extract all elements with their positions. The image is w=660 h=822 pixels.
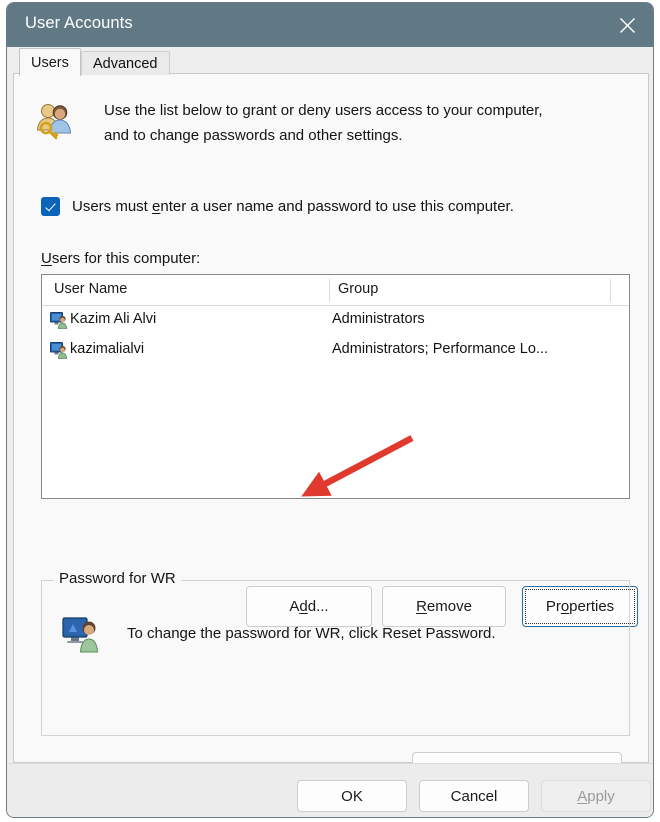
users-list-label-after: sers for this computer:: [51, 250, 201, 267]
header-line-2: and to change passwords and other settin…: [104, 127, 403, 144]
tab-users[interactable]: Users: [19, 48, 81, 76]
apply-button-label: Apply: [577, 787, 615, 805]
user-accounts-dialog: User Accounts Users Advanced Use the lis…: [6, 2, 654, 818]
apply-button[interactable]: Apply: [541, 780, 651, 812]
require-password-label: Users must enter a user name and passwor…: [72, 198, 514, 215]
user-account-icon: [50, 311, 68, 329]
dialog-button-bar: OK Cancel Apply: [7, 763, 653, 817]
close-icon: [619, 17, 635, 33]
password-group-box: Password for WR To change the password f…: [41, 570, 630, 736]
users-list-header: User Name Group: [42, 275, 629, 306]
title-bar: User Accounts: [7, 3, 653, 47]
ok-button[interactable]: OK: [297, 780, 407, 812]
header-block: Use the list below to grant or deny user…: [34, 98, 634, 148]
table-row[interactable]: Kazim Ali Alvi Administrators: [42, 306, 629, 336]
column-header-user-name[interactable]: User Name: [54, 281, 127, 297]
window-title: User Accounts: [25, 14, 133, 32]
checkbox-label-before: Users must: [72, 198, 153, 215]
user-name-cell: Kazim Ali Alvi: [70, 311, 157, 327]
header-line-1: Use the list below to grant or deny user…: [104, 102, 543, 119]
cancel-button[interactable]: Cancel: [419, 780, 529, 812]
user-account-icon: [50, 341, 68, 359]
user-group-cell: Administrators: [332, 311, 425, 327]
password-group-legend: Password for WR: [54, 570, 181, 587]
password-description: To change the password for WR, click Res…: [127, 625, 496, 642]
cancel-button-label: Cancel: [450, 787, 498, 805]
tab-advanced[interactable]: Advanced: [81, 51, 170, 75]
table-row[interactable]: kazimalialvi Administrators; Performance…: [42, 336, 629, 366]
header-description: Use the list below to grant or deny user…: [104, 98, 543, 148]
users-list-label: Users for this computer:: [41, 250, 200, 267]
require-password-checkbox[interactable]: Users must enter a user name and passwor…: [41, 197, 514, 216]
users-list-label-accel: U: [41, 250, 52, 267]
tab-users-label: Users: [31, 54, 69, 71]
user-monitor-icon: [62, 615, 102, 653]
user-group-cell: Administrators; Performance Lo...: [332, 341, 548, 357]
column-header-group[interactable]: Group: [338, 281, 378, 297]
checkbox-indicator[interactable]: [41, 197, 60, 216]
column-divider-1[interactable]: [329, 279, 330, 302]
tab-strip: Users Advanced: [13, 47, 649, 76]
close-button[interactable]: [601, 3, 653, 47]
users-list[interactable]: User Name Group Kazim Ali Alvi Administr…: [41, 274, 630, 499]
users-key-icon: [34, 100, 76, 142]
ok-button-label: OK: [341, 787, 363, 805]
user-name-cell: kazimalialvi: [70, 341, 145, 357]
column-divider-2[interactable]: [610, 279, 611, 302]
tab-advanced-label: Advanced: [93, 55, 158, 72]
checkbox-label-after: nter a user name and password to use thi…: [160, 198, 514, 215]
users-tab-panel: Use the list below to grant or deny user…: [13, 73, 649, 793]
